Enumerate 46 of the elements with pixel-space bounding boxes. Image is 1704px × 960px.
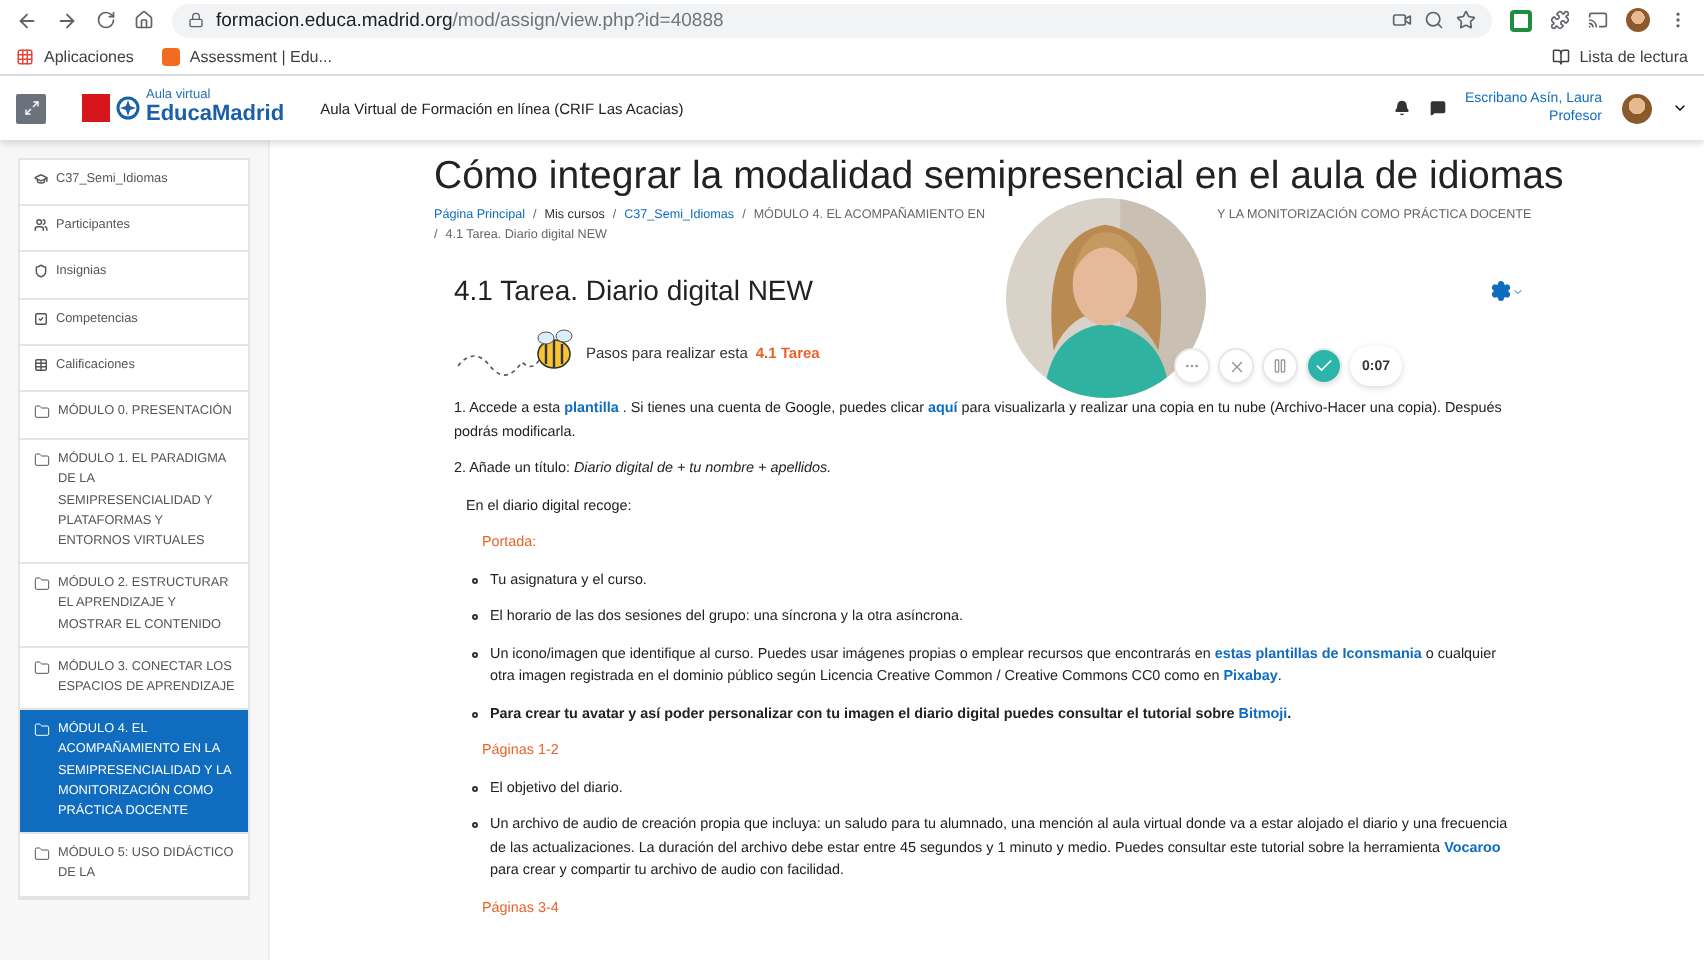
search-icon[interactable] [1424, 10, 1444, 30]
shield-icon [34, 264, 48, 279]
expand-button[interactable] [16, 93, 46, 123]
chat-icon[interactable] [1429, 100, 1445, 116]
lock-icon [188, 12, 204, 28]
close-icon [1227, 357, 1245, 375]
forward-icon[interactable] [56, 9, 78, 31]
table-icon [34, 357, 48, 372]
folder-icon [34, 722, 50, 739]
confirm-button[interactable] [1306, 348, 1342, 384]
folder-icon [34, 846, 50, 863]
caret-icon[interactable] [1672, 100, 1688, 116]
address-field[interactable]: formacion.educa.madrid.org/mod/assign/view.php?id=40888 [172, 3, 1492, 37]
folder-icon [34, 404, 50, 421]
graduation-cap-icon [34, 172, 48, 186]
star-icon[interactable] [1456, 10, 1476, 30]
users-icon [34, 218, 48, 233]
reading-list-icon [1551, 48, 1570, 66]
page-title: Cómo integrar la modalidad semipresencial en el aula de idiomas [434, 152, 1566, 200]
camera-icon[interactable] [1392, 10, 1412, 30]
check-icon [1314, 356, 1334, 376]
settings-icon[interactable] [1490, 280, 1512, 302]
back-icon[interactable] [16, 9, 38, 31]
user-avatar[interactable] [1622, 93, 1652, 123]
home-icon[interactable] [134, 10, 154, 30]
activity-title: 4.1 Tarea. Diario digital NEW [454, 274, 813, 306]
checkbox-icon [34, 311, 48, 326]
puzzle-icon[interactable] [1550, 10, 1570, 30]
site-icon [161, 48, 180, 66]
bell-icon[interactable] [1393, 100, 1409, 116]
folder-icon [34, 659, 50, 676]
pause-button[interactable] [1262, 348, 1298, 384]
bookmark[interactable]: Assessment | Edu... [189, 48, 332, 66]
folder-icon [34, 452, 50, 469]
logo-icon [116, 96, 140, 120]
bookmark[interactable]: Aplicaciones [44, 48, 134, 66]
extension-icon[interactable] [1510, 9, 1532, 31]
cast-icon[interactable] [1588, 10, 1608, 30]
logo-title: EducaMadrid [146, 103, 285, 126]
apps-grid-icon [16, 48, 34, 66]
pause-icon [1272, 358, 1288, 374]
reload-icon[interactable] [96, 10, 116, 30]
avatar[interactable] [1626, 8, 1650, 32]
reading-list[interactable]: Lista de lectura [1579, 48, 1688, 66]
expand-icon [23, 100, 39, 116]
folder-icon [34, 576, 50, 593]
